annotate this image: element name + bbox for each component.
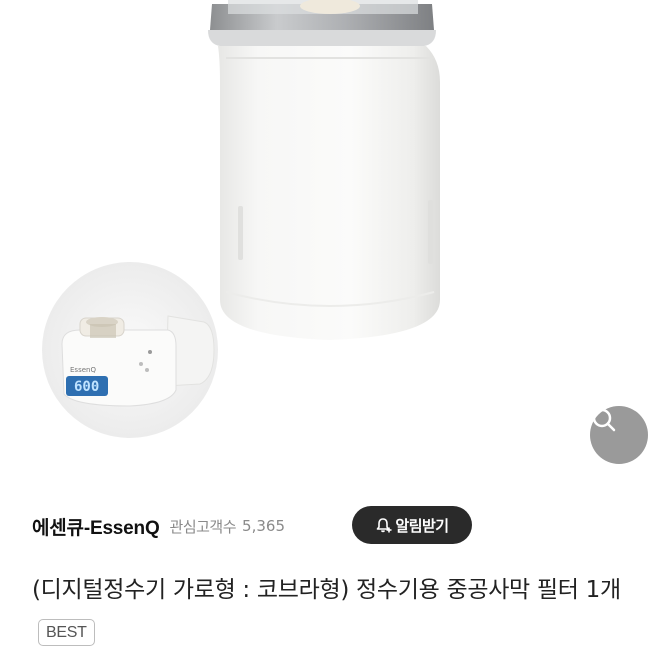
- bell-plus-icon: [377, 518, 392, 533]
- notification-subscribe-button[interactable]: 알림받기: [352, 506, 472, 544]
- seller-name[interactable]: 에센큐-EssenQ: [32, 513, 160, 540]
- seller-row: 에센큐-EssenQ 관심고객수 5,365: [32, 508, 285, 544]
- notification-button-label: 알림받기: [395, 516, 449, 535]
- follower-label: 관심고객수: [169, 517, 237, 536]
- product-title-block: (디지털정수기 가로형 : 코브라형) 정수기용 중공사막 필터 1개 BEST: [32, 568, 642, 656]
- follower-count: 5,365: [242, 517, 285, 535]
- inset-brand-text: EssenQ: [70, 366, 96, 374]
- filter-cartridge: [208, 0, 440, 340]
- product-title: (디지털정수기 가로형 : 코브라형) 정수기용 중공사막 필터 1개: [32, 577, 621, 603]
- filter-illustration: EssenQ 600: [42, 0, 440, 438]
- product-image[interactable]: EssenQ 600: [0, 0, 664, 488]
- inset-device-image: EssenQ 600: [42, 262, 218, 438]
- best-badge: BEST: [38, 619, 95, 646]
- inset-display-text: 600: [74, 379, 99, 395]
- zoom-button[interactable]: [590, 406, 648, 464]
- search-icon: [592, 408, 616, 432]
